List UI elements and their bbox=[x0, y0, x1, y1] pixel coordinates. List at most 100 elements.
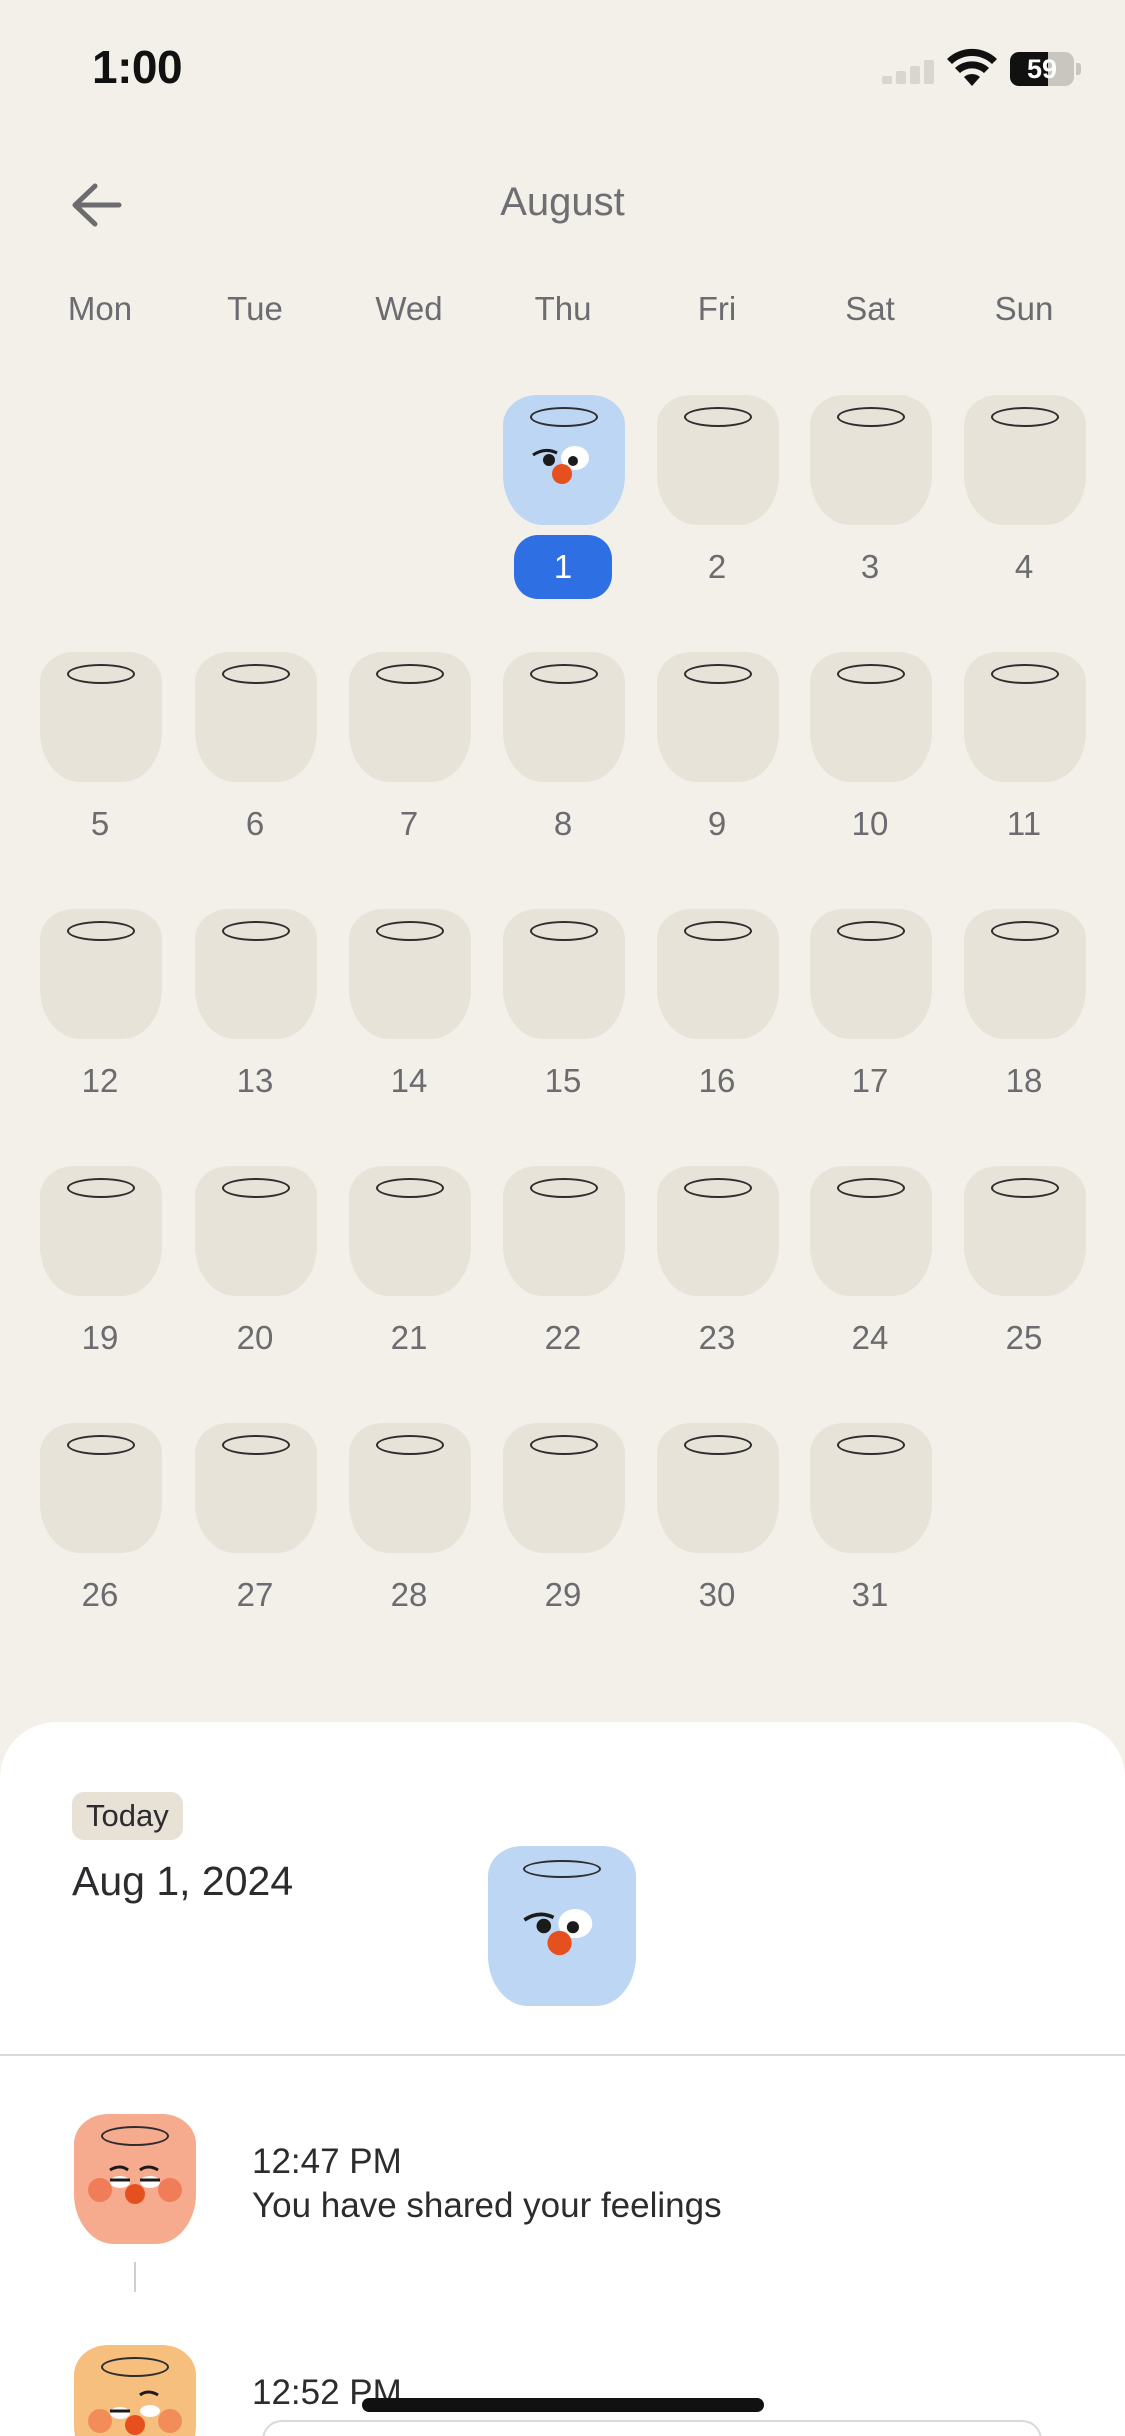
calendar-day[interactable]: 5 bbox=[23, 652, 177, 872]
calendar-day[interactable]: 25 bbox=[947, 1166, 1101, 1386]
calendar-day[interactable]: 20 bbox=[178, 1166, 332, 1386]
empty-jar-icon bbox=[349, 652, 471, 782]
selected-date: Aug 1, 2024 bbox=[72, 1858, 294, 1904]
calendar-day[interactable]: 22 bbox=[486, 1166, 640, 1386]
day-number: 2 bbox=[707, 548, 727, 585]
calendar-day[interactable]: 18 bbox=[947, 909, 1101, 1129]
day-number: 14 bbox=[390, 1062, 428, 1099]
calendar-day[interactable]: 15 bbox=[486, 909, 640, 1129]
status-time: 1:00 bbox=[92, 41, 183, 93]
today-badge: Today bbox=[72, 1792, 183, 1840]
blue-mood-jar-icon[interactable] bbox=[488, 1846, 636, 2006]
calendar-day[interactable]: 1 bbox=[486, 395, 640, 615]
day-number: 27 bbox=[236, 1576, 274, 1613]
empty-jar-icon bbox=[195, 652, 317, 782]
blue-mood-jar-icon bbox=[503, 395, 625, 525]
day-number: 8 bbox=[553, 805, 573, 842]
entry-card[interactable] bbox=[262, 2420, 1042, 2436]
day-number: 11 bbox=[1006, 805, 1042, 842]
empty-jar-icon bbox=[195, 1423, 317, 1553]
calendar-day[interactable]: 2 bbox=[640, 395, 794, 615]
day-number: 19 bbox=[81, 1319, 119, 1356]
day-number: 7 bbox=[399, 805, 419, 842]
empty-jar-icon bbox=[657, 909, 779, 1039]
empty-jar-icon bbox=[657, 1166, 779, 1296]
calendar-day[interactable]: 30 bbox=[640, 1423, 794, 1643]
empty-jar-icon bbox=[503, 1166, 625, 1296]
day-number: 29 bbox=[544, 1576, 582, 1613]
home-indicator[interactable] bbox=[362, 2398, 764, 2412]
calendar-day[interactable]: 9 bbox=[640, 652, 794, 872]
empty-jar-icon bbox=[810, 1166, 932, 1296]
day-number: 30 bbox=[698, 1576, 736, 1613]
calendar-day[interactable]: 7 bbox=[332, 652, 486, 872]
weekday-label: Sun bbox=[994, 290, 1054, 327]
empty-jar-icon bbox=[503, 1423, 625, 1553]
day-number: 4 bbox=[1014, 548, 1034, 585]
entry-text: You have shared your feelings bbox=[252, 2186, 722, 2225]
calendar-day[interactable]: 10 bbox=[793, 652, 947, 872]
weekday-label: Wed bbox=[375, 290, 443, 327]
day-number: 6 bbox=[245, 805, 265, 842]
calendar-day[interactable]: 12 bbox=[23, 909, 177, 1129]
calendar-day[interactable]: 26 bbox=[23, 1423, 177, 1643]
calendar-day[interactable]: 21 bbox=[332, 1166, 486, 1386]
day-number: 1 bbox=[514, 535, 612, 599]
empty-jar-icon bbox=[810, 1423, 932, 1553]
cellular-signal-icon bbox=[882, 60, 940, 84]
calendar-day[interactable]: 14 bbox=[332, 909, 486, 1129]
calendar-day[interactable]: 29 bbox=[486, 1423, 640, 1643]
day-number: 22 bbox=[544, 1319, 582, 1356]
status-bar: 1:00 59 bbox=[0, 0, 1125, 140]
empty-jar-icon bbox=[40, 1423, 162, 1553]
calendar-day[interactable]: 6 bbox=[178, 652, 332, 872]
day-number: 12 bbox=[81, 1062, 119, 1099]
list-item[interactable]: 12:47 PM You have shared your feelings bbox=[0, 2114, 1125, 2254]
empty-jar-icon bbox=[503, 652, 625, 782]
day-number: 5 bbox=[90, 805, 110, 842]
day-number: 21 bbox=[390, 1319, 428, 1356]
day-number: 18 bbox=[1005, 1062, 1043, 1099]
calendar-day[interactable]: 3 bbox=[793, 395, 947, 615]
weekday-label: Mon bbox=[67, 290, 133, 327]
battery-icon: 59 bbox=[1010, 52, 1081, 86]
calendar-day[interactable]: 24 bbox=[793, 1166, 947, 1386]
empty-jar-icon bbox=[349, 1423, 471, 1553]
empty-jar-icon bbox=[195, 909, 317, 1039]
empty-jar-icon bbox=[964, 652, 1086, 782]
calendar-day[interactable]: 11 bbox=[947, 652, 1101, 872]
empty-jar-icon bbox=[40, 909, 162, 1039]
timeline-connector bbox=[134, 2262, 136, 2292]
weekday-header: Mon Tue Wed Thu Fri Sat Sun bbox=[0, 290, 1125, 340]
day-number: 13 bbox=[236, 1062, 274, 1099]
empty-jar-icon bbox=[40, 652, 162, 782]
day-number: 25 bbox=[1005, 1319, 1043, 1356]
empty-jar-icon bbox=[349, 1166, 471, 1296]
calendar-day[interactable]: 23 bbox=[640, 1166, 794, 1386]
weekday-label: Thu bbox=[534, 290, 592, 327]
calendar-day[interactable]: 28 bbox=[332, 1423, 486, 1643]
calendar-day[interactable]: 8 bbox=[486, 652, 640, 872]
weekday-label: Sat bbox=[845, 290, 895, 327]
calendar-day[interactable]: 19 bbox=[23, 1166, 177, 1386]
day-number: 20 bbox=[236, 1319, 274, 1356]
calendar-day[interactable]: 4 bbox=[947, 395, 1101, 615]
day-number: 23 bbox=[698, 1319, 736, 1356]
empty-jar-icon bbox=[964, 1166, 1086, 1296]
calendar-day[interactable]: 17 bbox=[793, 909, 947, 1129]
day-number: 24 bbox=[851, 1319, 889, 1356]
month-title: August bbox=[500, 180, 625, 224]
day-number: 3 bbox=[860, 548, 880, 585]
calendar-day[interactable]: 31 bbox=[793, 1423, 947, 1643]
day-number: 17 bbox=[851, 1062, 889, 1099]
empty-jar-icon bbox=[195, 1166, 317, 1296]
coral-mood-jar-icon bbox=[74, 2114, 196, 2244]
calendar-day[interactable]: 27 bbox=[178, 1423, 332, 1643]
calendar-day[interactable]: 16 bbox=[640, 909, 794, 1129]
empty-jar-icon bbox=[657, 1423, 779, 1553]
day-number: 15 bbox=[544, 1062, 582, 1099]
weekday-label: Tue bbox=[227, 290, 283, 327]
wifi-icon bbox=[947, 48, 997, 86]
day-detail-sheet: Today Aug 1, 2024 bbox=[0, 1722, 1125, 2436]
calendar-day[interactable]: 13 bbox=[178, 909, 332, 1129]
